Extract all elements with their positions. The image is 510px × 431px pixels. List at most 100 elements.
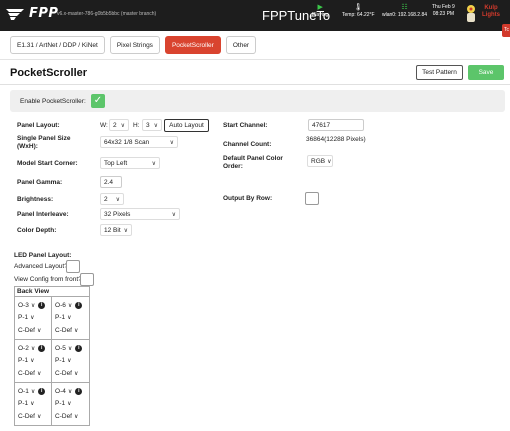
chevron-down-icon: ∨ <box>67 345 73 352</box>
chevron-down-icon: ∨ <box>67 401 72 408</box>
color-select[interactable]: C-Def ∨ <box>18 368 48 380</box>
color-depth-label: Color Depth: <box>17 227 57 234</box>
color-select[interactable]: C-Def ∨ <box>18 411 48 423</box>
interleave-label: Panel Interleave: <box>17 211 69 218</box>
tab-e131[interactable]: E1.31 / ArtNet / DDP / KiNet <box>10 36 105 54</box>
start-corner-select[interactable]: Top Left ∨ <box>100 157 160 169</box>
chevron-down-icon: ∨ <box>67 388 73 395</box>
panel-select[interactable]: P-1 ∨ <box>18 355 48 367</box>
chevron-down-icon: ∨ <box>123 227 128 234</box>
chevron-down-icon: ∨ <box>153 122 158 129</box>
advanced-layout-checkbox[interactable] <box>66 260 80 273</box>
enable-bar: Enable PocketScroller: ✓ <box>10 90 505 112</box>
brightness-select[interactable]: 2 ∨ <box>100 193 124 205</box>
chevron-down-icon: ∨ <box>67 315 72 322</box>
view-front-checkbox[interactable] <box>80 273 94 286</box>
info-icon[interactable]: i <box>75 344 83 352</box>
fpp-logo[interactable]: FPP <box>5 6 58 21</box>
chevron-down-icon: ∨ <box>30 315 35 322</box>
title-divider <box>0 84 510 85</box>
chevron-down-icon: ∨ <box>30 358 35 365</box>
brightness-label: Brightness: <box>17 196 54 203</box>
panel-cell: O-4 ∨ i P-1 ∨ C-Def ∨ <box>52 383 89 425</box>
panel-row: O-1 ∨ i P-1 ∨ C-Def ∨ O-4 ∨ i P-1 ∨ C-Def ∨ <box>15 383 89 425</box>
info-icon[interactable]: i <box>75 301 83 309</box>
color-order-select[interactable]: RGB ∨ <box>307 155 333 167</box>
wifi-icon: ☷ <box>401 4 408 11</box>
chevron-down-icon: ∨ <box>30 388 36 395</box>
color-select[interactable]: C-Def ∨ <box>55 368 86 380</box>
output-select[interactable]: O-5 ∨ i <box>55 342 86 354</box>
chevron-down-icon: ∨ <box>74 371 79 378</box>
output-by-row-label: Output By Row: <box>223 195 273 202</box>
info-icon[interactable]: i <box>38 344 46 352</box>
panel-layout-label: Panel Layout: <box>17 122 60 129</box>
thermometer-icon: 🌡 <box>353 4 363 11</box>
panel-select[interactable]: P-1 ∨ <box>55 312 86 324</box>
chevron-down-icon: ∨ <box>30 401 35 408</box>
chevron-down-icon: ∨ <box>120 122 125 129</box>
color-depth-select[interactable]: 12 Bit ∨ <box>100 224 132 236</box>
output-select[interactable]: O-3 ∨ i <box>18 299 48 311</box>
tab-pixel-strings[interactable]: Pixel Strings <box>109 36 160 54</box>
enable-label: Enable PocketScroller: <box>20 98 86 105</box>
panel-cell: O-2 ∨ i P-1 ∨ C-Def ∨ <box>15 340 53 382</box>
start-channel-input[interactable]: 47617 <box>308 119 364 131</box>
back-view-grid: Back View O-3 ∨ i P-1 ∨ C-Def ∨ O-6 ∨ i P-1 ∨ C… <box>14 286 90 426</box>
chevron-down-icon: ∨ <box>67 358 72 365</box>
color-select[interactable]: C-Def ∨ <box>55 411 86 423</box>
panel-cell: O-3 ∨ i P-1 ∨ C-Def ∨ <box>15 297 53 339</box>
channel-count-label: Channel Count: <box>223 141 272 148</box>
info-icon[interactable]: i <box>38 387 46 395</box>
output-select[interactable]: O-6 ∨ i <box>55 299 86 311</box>
enable-checkbox[interactable]: ✓ <box>91 94 105 108</box>
panel-size-label: Single Panel Size (WxH): <box>17 135 71 150</box>
panel-select[interactable]: P-1 ∨ <box>18 398 48 410</box>
tabs-divider <box>0 59 500 60</box>
chevron-down-icon: ∨ <box>36 328 42 335</box>
height-select[interactable]: 3 ∨ <box>142 119 162 131</box>
panel-size-select[interactable]: 64x32 1/8 Scan ∨ <box>100 136 178 148</box>
mascot-icon <box>467 5 475 22</box>
output-select[interactable]: O-2 ∨ i <box>18 342 48 354</box>
auto-layout-button[interactable]: Auto Layout <box>164 119 209 132</box>
width-select[interactable]: 2 ∨ <box>109 119 129 131</box>
panel-select[interactable]: P-1 ∨ <box>18 312 48 324</box>
chevron-down-icon: ∨ <box>74 328 79 335</box>
wlan-label: wlan0: 192.168.2.84 <box>382 12 428 18</box>
logo-text: FPP <box>29 6 59 21</box>
info-icon[interactable]: i <box>38 301 46 309</box>
panel-select[interactable]: P-1 ∨ <box>55 355 86 367</box>
panel-cell: O-6 ∨ i P-1 ∨ C-Def ∨ <box>52 297 89 339</box>
status-temp: 🌡 Temp: 64.22°F <box>342 3 375 18</box>
time-label: 08:23 PM <box>432 11 455 17</box>
chevron-down-icon: ∨ <box>115 196 120 203</box>
save-button[interactable]: Save <box>468 65 504 80</box>
status-playing[interactable]: ▶ Playing <box>312 3 328 18</box>
chevron-down-icon: ∨ <box>151 160 156 167</box>
gamma-label: Panel Gamma: <box>17 179 63 186</box>
test-pattern-button[interactable]: Test Pattern <box>416 65 463 80</box>
kulp-lights-logo: Kulp Lights <box>482 5 500 18</box>
channel-count-value: 36864(12288 Pixels) <box>306 136 366 143</box>
output-select[interactable]: O-1 ∨ i <box>18 385 48 397</box>
tab-other[interactable]: Other <box>225 36 257 54</box>
color-select[interactable]: C-Def ∨ <box>55 325 86 337</box>
playing-label: Playing <box>312 12 329 18</box>
output-select[interactable]: O-4 ∨ i <box>55 385 86 397</box>
start-channel-label: Start Channel: <box>223 122 268 129</box>
gamma-input[interactable]: 2.4 <box>100 176 122 188</box>
interleave-select[interactable]: 32 Pixels ∨ <box>100 208 180 220</box>
play-icon: ▶ <box>317 4 323 11</box>
chevron-down-icon: ∨ <box>30 302 36 309</box>
output-by-row-checkbox[interactable] <box>305 192 319 205</box>
corner-tab[interactable]: Tc <box>502 24 510 37</box>
tab-pocketscroller[interactable]: PocketScroller <box>164 36 221 54</box>
chevron-down-icon: ∨ <box>67 302 73 309</box>
color-select[interactable]: C-Def ∨ <box>18 325 48 337</box>
chevron-down-icon: ∨ <box>74 414 79 421</box>
advanced-layout-label: Advanced Layout? <box>14 263 68 270</box>
info-icon[interactable]: i <box>75 387 83 395</box>
w-label: W: <box>100 122 108 129</box>
panel-select[interactable]: P-1 ∨ <box>55 398 86 410</box>
